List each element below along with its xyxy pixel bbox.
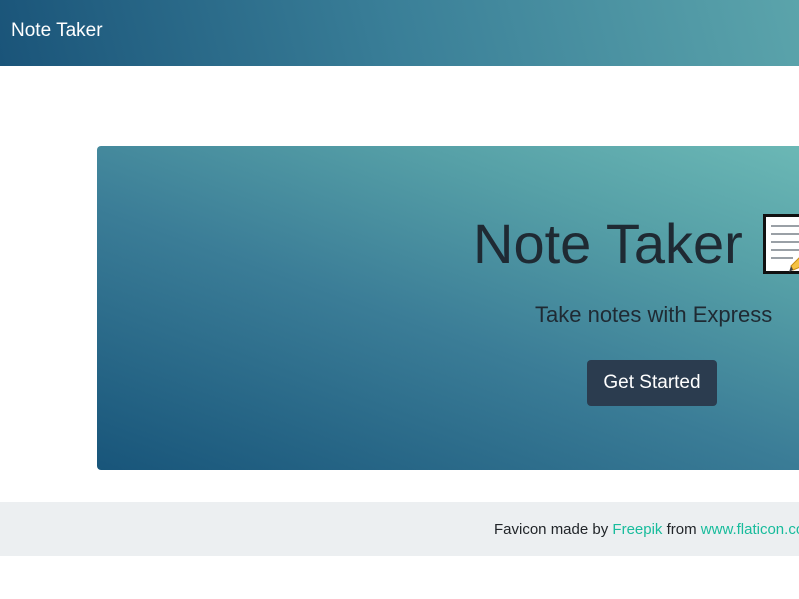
footer-middle: from bbox=[666, 521, 697, 538]
footer: Favicon made by Freepik from www.flatico… bbox=[0, 502, 799, 556]
navbar: Note Taker bbox=[0, 0, 799, 66]
navbar-brand[interactable]: Note Taker bbox=[11, 19, 103, 43]
flaticon-link[interactable]: www.flaticon.com bbox=[701, 521, 799, 538]
footer-attribution: Favicon made by Freepik from www.flatico… bbox=[494, 520, 799, 540]
hero-title: Note Taker bbox=[473, 212, 743, 275]
hero-subtitle: Take notes with Express bbox=[535, 302, 773, 327]
note-pencil-icon bbox=[763, 214, 799, 274]
freepik-link[interactable]: Freepik bbox=[612, 521, 662, 538]
hero-title-row: Note Taker bbox=[473, 212, 799, 276]
get-started-button[interactable]: Get Started bbox=[587, 360, 717, 406]
footer-prefix: Favicon made by bbox=[494, 521, 609, 538]
hero-jumbotron: Note Taker Take notes with Express Get S… bbox=[97, 146, 799, 470]
